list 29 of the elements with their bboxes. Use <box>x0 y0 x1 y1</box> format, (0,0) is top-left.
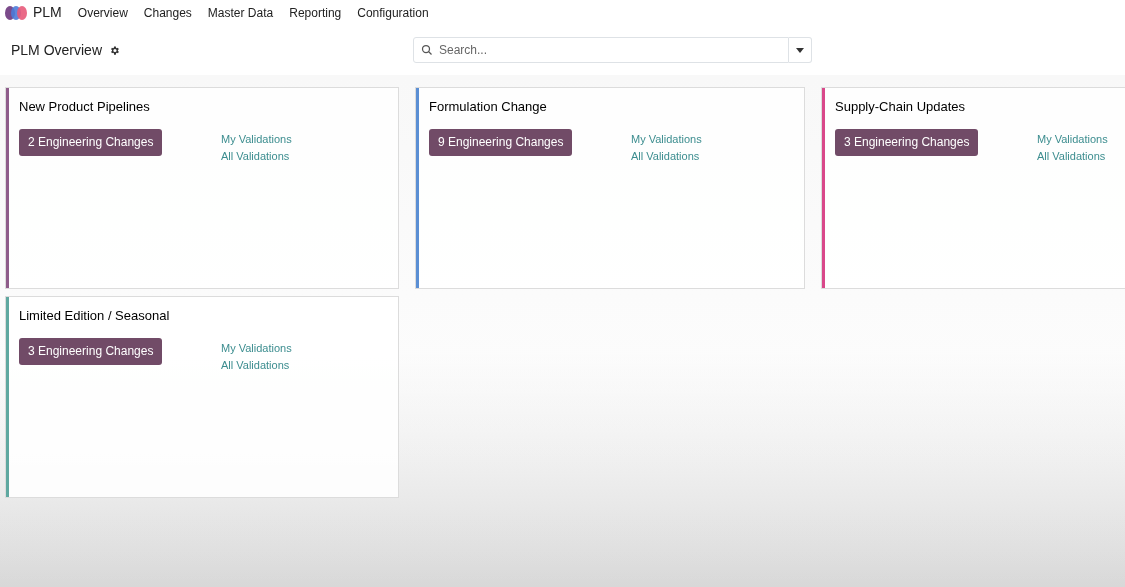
validations-link[interactable]: All Validations <box>631 147 702 165</box>
dropdown-toggle[interactable] <box>789 37 812 63</box>
validations-link[interactable]: All Validations <box>1037 147 1108 165</box>
search-icon <box>421 44 433 56</box>
engineering-changes-button[interactable]: 3 Engineering Changes <box>19 337 163 365</box>
search-field[interactable]: Search... <box>413 37 789 63</box>
menu-item[interactable]: Overview <box>77 3 128 22</box>
menu-item[interactable]: Changes <box>143 3 192 22</box>
card-title[interactable]: New Product Pipelines <box>19 97 398 117</box>
validations-link[interactable]: All Validations <box>221 356 292 374</box>
validations-link[interactable]: All Validations <box>221 147 292 165</box>
page-title: PLM Overview <box>11 40 103 60</box>
engineering-changes-button[interactable]: 9 Engineering Changes <box>429 128 573 156</box>
validations-link[interactable]: My Validations <box>221 339 292 357</box>
menu-item[interactable]: Master Data <box>207 3 274 22</box>
caret-icon <box>796 47 804 53</box>
menu-item[interactable]: Configuration <box>357 3 429 22</box>
card-title[interactable]: Formulation Change <box>429 97 804 117</box>
card-title[interactable]: Supply-Chain Updates <box>835 97 1125 117</box>
validations-link[interactable]: My Validations <box>1037 130 1108 148</box>
app-name[interactable]: PLM <box>33 2 62 23</box>
card-title[interactable]: Limited Edition / Seasonal <box>19 306 398 326</box>
menu-item[interactable]: Reporting <box>289 3 342 22</box>
engineering-changes-button[interactable]: 2 Engineering Changes <box>19 128 163 156</box>
settings-icon[interactable] <box>109 44 121 56</box>
validations-link[interactable]: My Validations <box>631 130 702 148</box>
engineering-changes-button[interactable]: 3 Engineering Changes <box>835 128 979 156</box>
logo-icon <box>5 5 27 20</box>
validations-link[interactable]: My Validations <box>221 130 292 148</box>
